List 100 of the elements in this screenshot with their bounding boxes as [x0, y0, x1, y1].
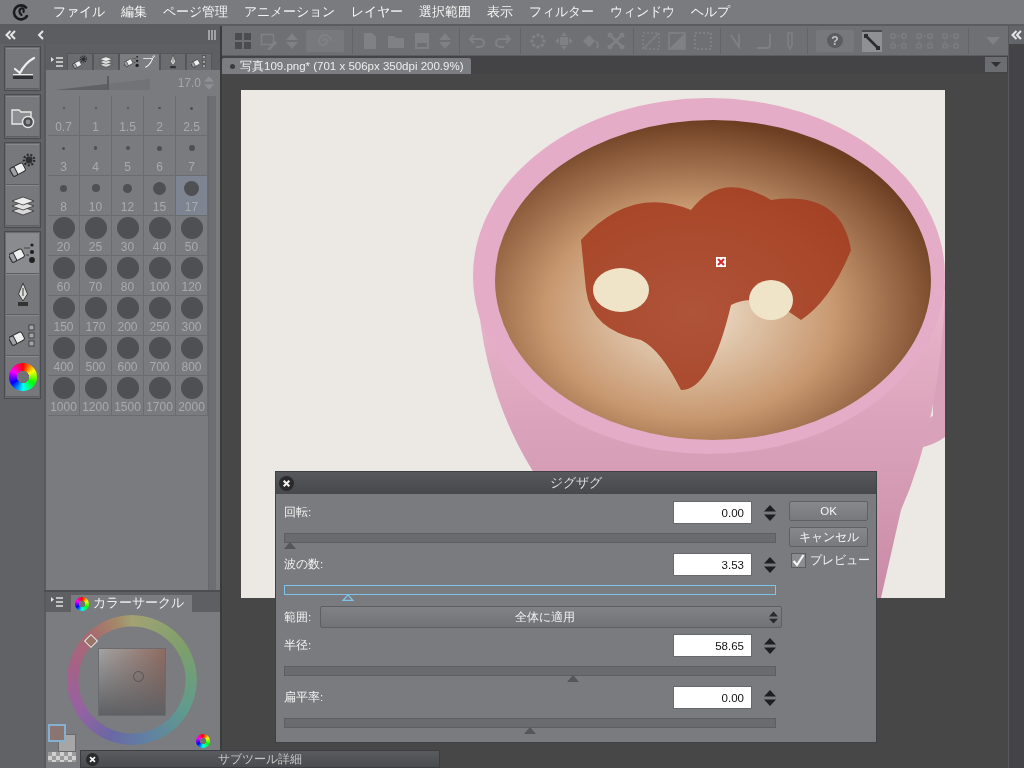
- size-dot-icon: [158, 106, 161, 110]
- layers-icon: [98, 54, 114, 70]
- collapse-icon[interactable]: [5, 30, 16, 40]
- grid-icon[interactable]: [234, 31, 252, 50]
- size-dot-icon: [60, 184, 67, 192]
- color-swatch-icon[interactable]: [48, 724, 66, 742]
- size-dot-icon: [91, 184, 100, 192]
- slider-thumb[interactable]: [284, 542, 296, 549]
- panel-tab[interactable]: [186, 53, 212, 70]
- eraser-gear-icon: [72, 54, 88, 70]
- size-dot-icon: [93, 146, 98, 150]
- dropdown[interactable]: 全体に適用: [320, 606, 782, 628]
- dialog-button[interactable]: OK: [789, 501, 868, 521]
- hue-marker-icon[interactable]: [83, 633, 99, 649]
- menu-item[interactable]: 選択範囲: [419, 2, 471, 22]
- size-dot-icon: [180, 377, 203, 399]
- panel-tab[interactable]: ブ: [119, 53, 160, 70]
- size-dot-icon: [188, 145, 195, 151]
- size-dot-icon: [62, 146, 65, 150]
- size-dot-icon: [52, 257, 75, 279]
- panel-tab[interactable]: [67, 53, 93, 70]
- caret-icon[interactable]: [985, 57, 1007, 72]
- stepper-icon[interactable]: [764, 688, 776, 707]
- panel-tab[interactable]: [93, 53, 119, 70]
- grip-icon[interactable]: [208, 30, 216, 40]
- dropdown-arrows-icon: [769, 609, 778, 625]
- menu-item[interactable]: ページ管理: [163, 2, 228, 22]
- menu-item[interactable]: ウィンドウ: [610, 2, 675, 22]
- menu-item[interactable]: 表示: [487, 2, 513, 22]
- size-dot-icon: [180, 297, 203, 319]
- tool-button[interactable]: [6, 356, 39, 397]
- size-dot-icon: [84, 257, 107, 279]
- size-dot-icon: [116, 217, 139, 239]
- menu-item[interactable]: フィルター: [529, 2, 594, 22]
- size-dot-icon: [116, 257, 139, 279]
- checkbox[interactable]: [791, 553, 806, 568]
- panel-tab[interactable]: カラーサークル: [71, 595, 192, 612]
- menu-item[interactable]: ヘルプ: [691, 2, 730, 22]
- number-field[interactable]: 0.00: [673, 686, 752, 709]
- size-dot-icon: [157, 145, 162, 151]
- color-square[interactable]: [98, 648, 166, 716]
- size-dot-icon: [123, 183, 132, 193]
- line-tool-icon[interactable]: [862, 29, 882, 52]
- size-dot-icon: [116, 297, 139, 319]
- size-dot-icon: [148, 377, 171, 399]
- tool-button[interactable]: [6, 48, 39, 89]
- stepper-icon[interactable]: [764, 555, 776, 574]
- size-dot-icon: [52, 377, 75, 399]
- checkbox-label: プレビュー: [810, 553, 870, 568]
- slider-track[interactable]: [284, 585, 776, 601]
- tool-button[interactable]: [6, 185, 39, 226]
- menu-item[interactable]: 編集: [121, 2, 147, 22]
- scrollbar[interactable]: [208, 96, 216, 590]
- size-dot-icon: [84, 337, 107, 359]
- param-label: 波の数:: [284, 557, 325, 572]
- slider-track[interactable]: [284, 533, 776, 549]
- number-field[interactable]: 3.53: [673, 553, 752, 576]
- size-dot-icon: [190, 106, 193, 110]
- close-icon[interactable]: [86, 752, 99, 766]
- size-dot-icon: [84, 217, 107, 239]
- tool-button[interactable]: [6, 144, 39, 185]
- size-dot-icon: [148, 217, 171, 239]
- color-wheel-icon: [196, 734, 210, 748]
- tool-button[interactable]: [6, 96, 39, 137]
- size-dot-icon: [180, 337, 203, 359]
- stepper-icon[interactable]: [764, 503, 776, 522]
- tool-button[interactable]: [6, 315, 39, 356]
- slider-thumb[interactable]: [567, 675, 580, 682]
- param-label: 範囲:: [284, 609, 313, 625]
- x-marker-icon[interactable]: [716, 257, 726, 267]
- app-logo-icon: [12, 3, 30, 21]
- dot-icon: [230, 63, 235, 69]
- number-field[interactable]: 0.00: [673, 501, 752, 524]
- stepper-icon[interactable]: [764, 636, 776, 655]
- close-icon[interactable]: [279, 475, 294, 491]
- slider-thumb[interactable]: [341, 594, 354, 601]
- slider-track[interactable]: [284, 666, 776, 682]
- menu-item[interactable]: レイヤー: [351, 2, 403, 22]
- tool-button[interactable]: [6, 274, 39, 315]
- document-tab[interactable]: 写真109.png* (701 x 506px 350dpi 200.9%): [222, 58, 471, 74]
- tool-button[interactable]: [6, 233, 39, 274]
- transparent-swatch-icon[interactable]: [48, 752, 76, 762]
- size-dot-icon: [125, 146, 130, 150]
- size-dot-icon: [153, 181, 166, 195]
- slider-track[interactable]: [284, 718, 776, 734]
- dialog-title: ジグザグ: [549, 474, 603, 492]
- color-wheel-icon: [8, 362, 37, 391]
- size-dot-icon: [148, 337, 171, 359]
- slider-thumb[interactable]: [524, 727, 536, 734]
- panel-menu-icon[interactable]: [51, 597, 63, 607]
- size-dot-icon: [52, 217, 75, 239]
- dialog-button[interactable]: キャンセル: [789, 527, 868, 547]
- panel-tab[interactable]: [160, 53, 186, 70]
- chevron-left-icon[interactable]: [37, 30, 44, 40]
- panel-menu-icon[interactable]: [51, 57, 63, 67]
- menu-item[interactable]: ファイル: [53, 2, 105, 22]
- menu-item[interactable]: アニメーション: [244, 2, 335, 22]
- expand-icon[interactable]: [1011, 30, 1022, 40]
- eraser-boxes-icon: [191, 54, 207, 70]
- number-field[interactable]: 58.65: [673, 634, 752, 657]
